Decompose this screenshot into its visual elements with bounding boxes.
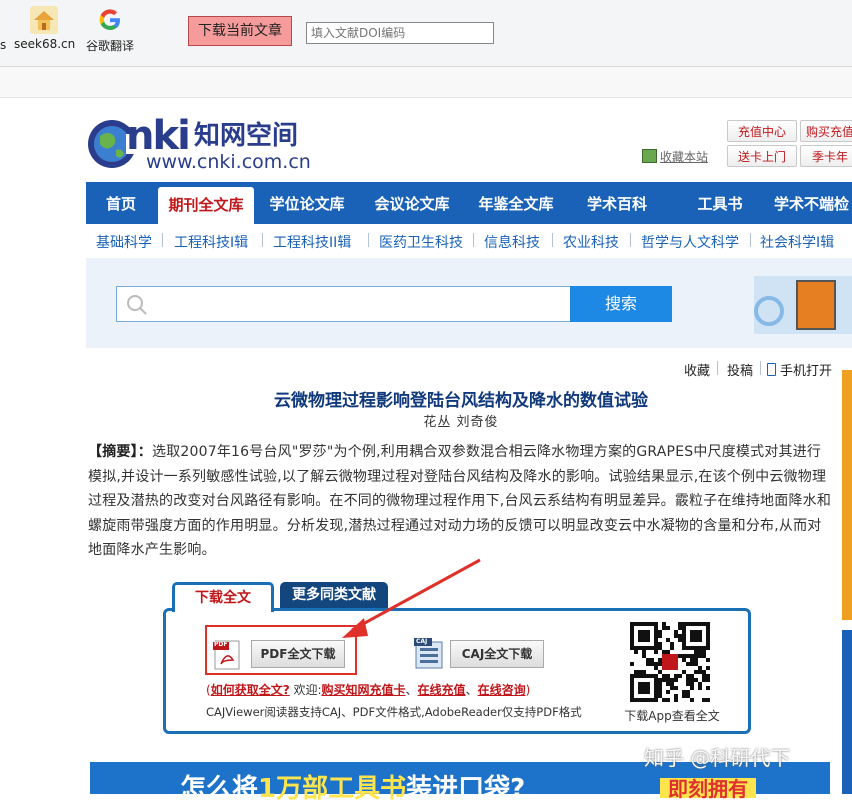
- home-icon: [30, 6, 58, 34]
- search-icon: [127, 295, 147, 315]
- add-favorite-link[interactable]: 收藏本站: [642, 148, 708, 165]
- divider: [162, 233, 163, 247]
- annotation-arrow: [342, 558, 481, 638]
- google-g-icon: [96, 6, 124, 34]
- nav-item-theses[interactable]: 学位论文库: [258, 182, 356, 224]
- subnav-item[interactable]: 农业科技: [563, 232, 619, 252]
- bookmark-seek68[interactable]: seek68.cn: [14, 6, 76, 51]
- divider: [552, 233, 553, 247]
- divider: [750, 233, 751, 247]
- help-paren-close: ): [525, 683, 531, 697]
- divider: [368, 233, 369, 247]
- article-authors[interactable]: 花丛 刘奇俊: [86, 411, 836, 430]
- cnki-logo[interactable]: nki 知网空间 www.cnki.com.cn: [86, 114, 336, 174]
- nav-item-reference-books[interactable]: 工具书: [678, 182, 762, 224]
- nav-item-yearbooks[interactable]: 年鉴全文库: [466, 182, 566, 224]
- subnav-item[interactable]: 工程科技II辑: [273, 232, 351, 252]
- subject-nav: 基础科学 工程科技I辑 工程科技II辑 医药卫生科技 信息科技 农业科技 哲学与…: [86, 224, 852, 259]
- banner-text-b: 装进口袋?: [406, 774, 526, 804]
- divider: [760, 361, 761, 375]
- submit-link[interactable]: 投稿: [727, 360, 753, 379]
- qr-code: [630, 622, 710, 702]
- promo-image[interactable]: [754, 276, 852, 334]
- qr-caption: 下载App查看全文: [624, 709, 720, 723]
- subnav-item[interactable]: 工程科技I辑: [174, 232, 248, 252]
- season-card-button[interactable]: 季卡年: [800, 145, 852, 167]
- side-ad[interactable]: [842, 370, 852, 620]
- subnav-item[interactable]: 哲学与人文科学: [641, 232, 739, 252]
- subnav-item[interactable]: 医药卫生科技: [379, 232, 463, 252]
- subnav-item[interactable]: 基础科学: [96, 232, 152, 252]
- subnav-item[interactable]: 社会科学I辑: [760, 232, 834, 252]
- favorite-article-link[interactable]: 收藏: [684, 360, 710, 379]
- tab-download-full-text[interactable]: 下载全文: [172, 582, 274, 612]
- toolbar-band: [0, 67, 852, 98]
- banner-text: 怎么将1万部工具书装进口袋?: [180, 768, 525, 805]
- phone-icon: [767, 363, 776, 376]
- mobile-open-label: 手机打开: [780, 364, 833, 379]
- divider: [262, 233, 263, 247]
- how-to-get-full-text-link[interactable]: 如何获取全文?: [211, 683, 290, 697]
- abstract-text: 选取2007年16号台风"罗莎"为个例,利用耦合双参数混合相云降水物理方案的GR…: [88, 444, 832, 558]
- divider: [630, 233, 631, 247]
- nav-item-encyclopedia[interactable]: 学术百科: [574, 182, 660, 224]
- nav-item-conferences[interactable]: 会议论文库: [362, 182, 462, 224]
- buy-recharge-button[interactable]: 购买充值: [800, 120, 852, 142]
- buy-card-link[interactable]: 购买知网充值卡: [322, 683, 406, 697]
- bookmark-label: seek68.cn: [14, 37, 76, 51]
- mobile-open-link[interactable]: 手机打开: [767, 360, 832, 379]
- favorite-icon: [642, 149, 657, 163]
- search-button[interactable]: 搜索: [570, 286, 672, 322]
- nav-item-journals[interactable]: 期刊全文库: [158, 187, 254, 224]
- online-consult-link[interactable]: 在线咨询: [478, 683, 526, 697]
- download-current-article-button[interactable]: 下载当前文章: [188, 16, 292, 46]
- subnav-item[interactable]: 信息科技: [484, 232, 540, 252]
- banner-cta[interactable]: 即刻拥有: [660, 778, 756, 800]
- divider: [717, 361, 718, 375]
- online-recharge-link[interactable]: 在线充值: [418, 683, 466, 697]
- help-welcome: 欢迎:: [289, 683, 322, 697]
- help-sep: 、: [405, 683, 418, 697]
- watermark: 知乎 @科研代下: [644, 746, 791, 770]
- help-sep: 、: [465, 683, 478, 697]
- recharge-center-button[interactable]: 充值中心: [727, 120, 797, 142]
- doi-input[interactable]: [306, 22, 494, 44]
- favorite-label: 收藏本站: [660, 150, 709, 164]
- nav-item-misconduct-check[interactable]: 学术不端检: [774, 182, 852, 224]
- logo-text: 知网空间: [194, 121, 299, 151]
- format-note: CAJViewer阅读器支持CAJ、PDF文件格式,AdobeReader仅支持…: [206, 705, 582, 719]
- nav-item-home[interactable]: 首页: [86, 182, 156, 224]
- main-nav: 首页 期刊全文库 学位论文库 会议论文库 年鉴全文库 学术百科 工具书 学术不端…: [86, 182, 852, 224]
- bookmark-label: 谷歌翻译: [85, 39, 134, 53]
- banner-highlight: 1万部工具书: [258, 774, 407, 804]
- abstract-label: 【摘要】：: [88, 444, 152, 460]
- bookmark-google-translate[interactable]: 谷歌翻译: [80, 6, 140, 54]
- article-title: 云微物理过程影响登陆台风结构及降水的数值试验: [274, 391, 648, 411]
- card-delivery-button[interactable]: 送卡上门: [727, 145, 797, 167]
- search-input[interactable]: [116, 286, 572, 322]
- download-help: (如何获取全文? 欢迎:购买知网充值卡、在线充值、在线咨询): [206, 681, 530, 698]
- logo-url: www.cnki.com.cn: [146, 151, 311, 173]
- divider: [473, 233, 474, 247]
- article-abstract: 【摘要】：选取2007年16号台风"罗莎"为个例,利用耦合双参数混合相云降水物理…: [88, 440, 832, 563]
- banner-text-a: 怎么将: [180, 774, 259, 804]
- truncated-edge: s: [0, 38, 7, 52]
- side-ad[interactable]: [842, 630, 852, 794]
